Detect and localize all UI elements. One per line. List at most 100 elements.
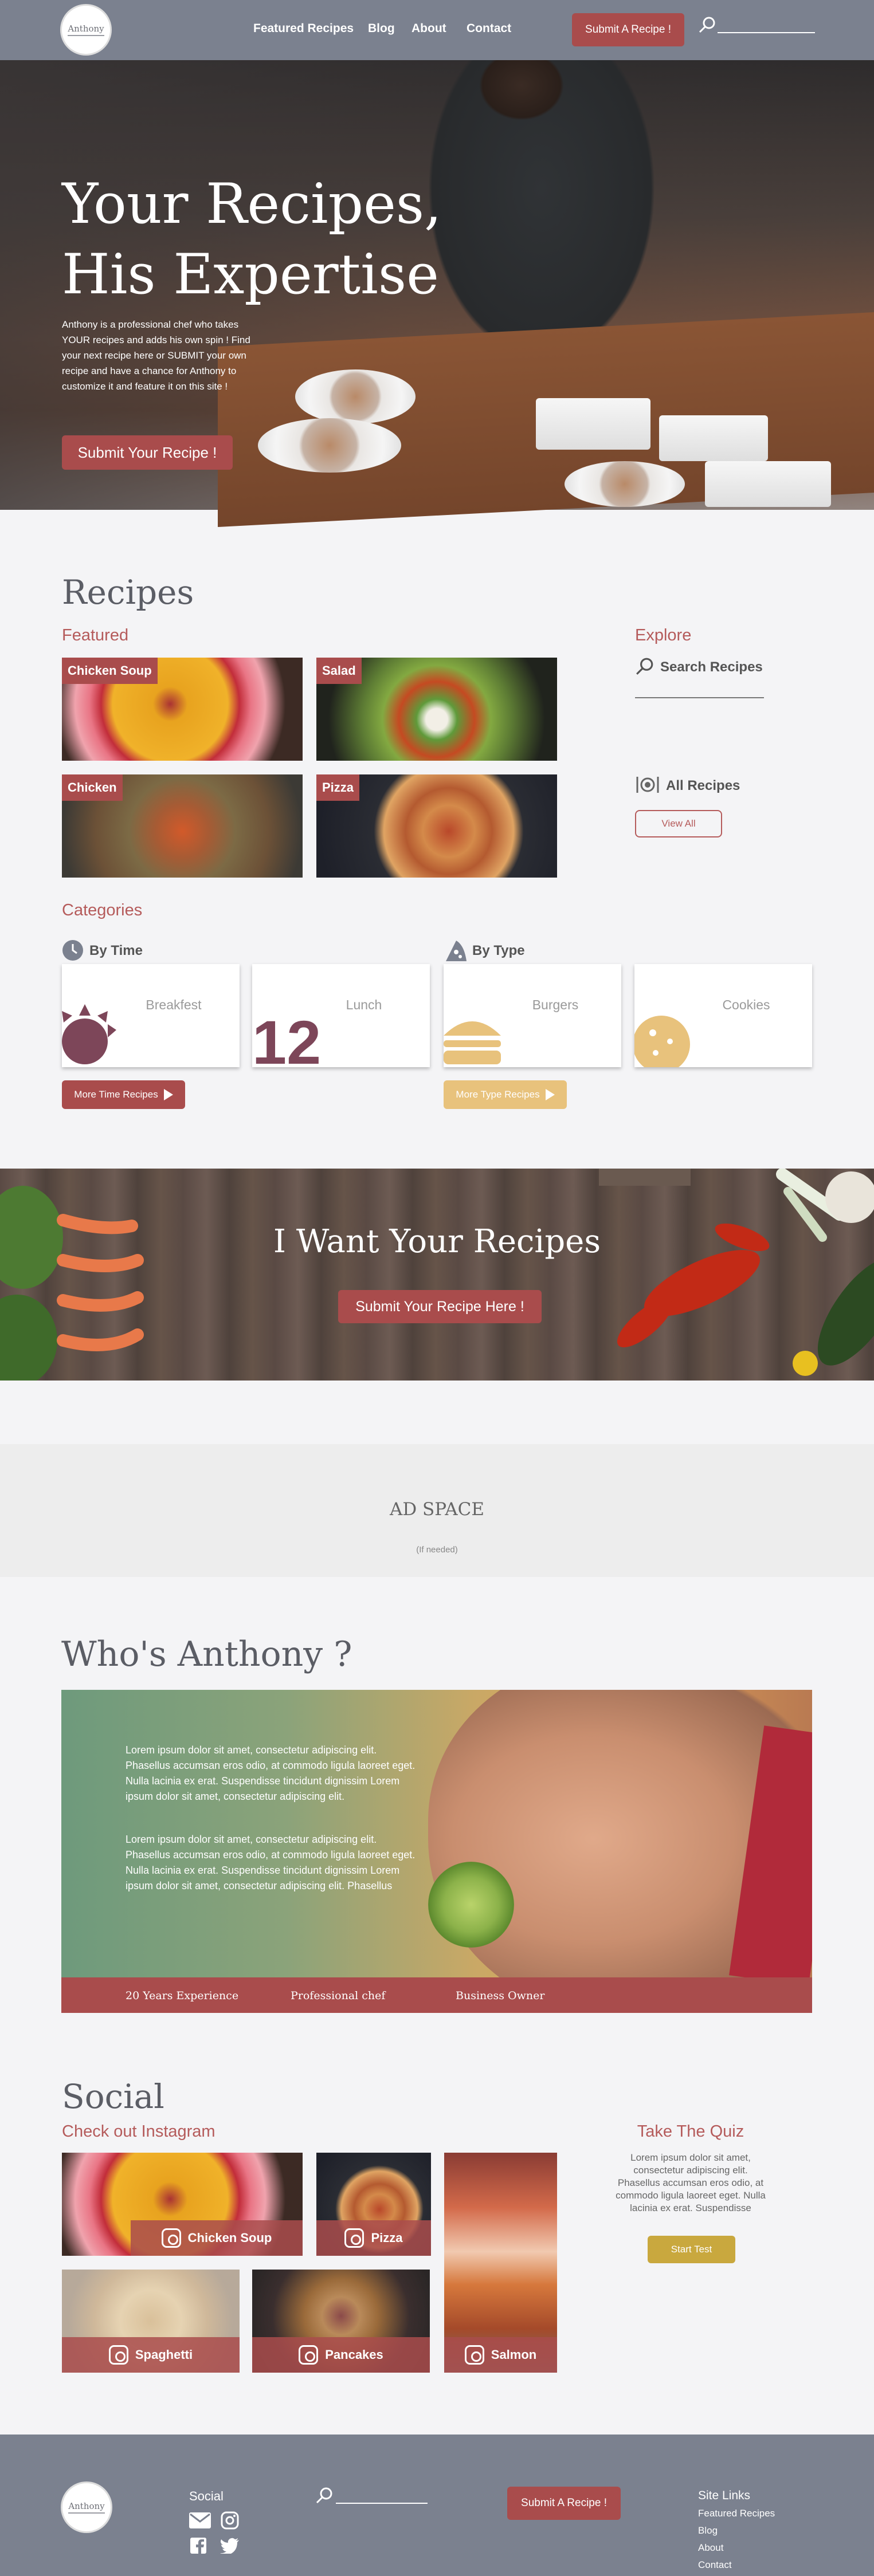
- footer-link-contact[interactable]: Contact: [698, 2559, 732, 2571]
- hero-plate: [536, 398, 650, 450]
- category-card-breakfest[interactable]: Breakfest: [62, 964, 240, 1067]
- view-all-button[interactable]: View All: [635, 810, 722, 837]
- quiz-text: Lorem ipsum dolor sit amet, consectetur …: [616, 2152, 766, 2213]
- nav-search-underline: [718, 32, 815, 33]
- footer-search[interactable]: [315, 2483, 436, 2506]
- nav-search[interactable]: [698, 13, 818, 36]
- start-test-button[interactable]: Start Test: [648, 2236, 735, 2263]
- who-facts-bar: 20 Years Experience Professional chef Bu…: [61, 1977, 812, 2013]
- featured-card-pizza[interactable]: Pizza: [316, 774, 557, 878]
- instagram-icon: [161, 2228, 181, 2248]
- hero-description: Anthony is a professional chef who takes…: [62, 319, 250, 392]
- instagram-post-spaghetti[interactable]: Spaghetti: [62, 2270, 240, 2373]
- search-underline: [635, 697, 764, 698]
- clock-icon: [62, 940, 83, 961]
- footer-search-underline: [336, 2503, 428, 2504]
- top-nav: Anthony Featured Recipes Blog About Cont…: [0, 0, 874, 60]
- card-label: Pizza: [316, 774, 360, 801]
- anthony-image: Lorem ipsum dolor sit amet, consectetur …: [61, 1690, 812, 1977]
- facebook-icon[interactable]: [190, 2538, 206, 2554]
- footer-link-featured-recipes[interactable]: Featured Recipes: [698, 2508, 775, 2519]
- fact-business-owner: Business Owner: [456, 1989, 545, 2002]
- logo-text: Anthony: [68, 23, 104, 36]
- instagram-icon[interactable]: [221, 2511, 239, 2530]
- banner-submit-button[interactable]: Submit Your Recipe Here !: [338, 1290, 542, 1323]
- footer-link-about[interactable]: About: [698, 2542, 723, 2554]
- more-type-recipes-button[interactable]: More Type Recipes: [444, 1080, 567, 1109]
- category-label: Breakfest: [146, 997, 202, 1012]
- shrimp-decoration: [0, 1186, 144, 1381]
- banner-title: I Want Your Recipes: [273, 1223, 601, 1260]
- hero-plate: [659, 415, 768, 461]
- hero-submit-button[interactable]: Submit Your Recipe !: [62, 435, 233, 470]
- instagram-post-bar: Chicken Soup: [131, 2220, 303, 2256]
- twitter-icon[interactable]: [220, 2538, 240, 2554]
- card-label: Salad: [316, 658, 362, 684]
- search-recipes-label: Search Recipes: [660, 659, 763, 675]
- instagram-heading: Check out Instagram: [62, 2122, 215, 2141]
- quiz-heading: Take The Quiz: [637, 2122, 744, 2141]
- category-card-cookies[interactable]: Cookies: [634, 964, 812, 1067]
- instagram-post-bar: Pizza: [316, 2220, 431, 2256]
- hero-title: Your Recipes, His Expertise: [62, 172, 442, 306]
- sun-icon: [62, 1004, 116, 1064]
- more-time-recipes-button[interactable]: More Time Recipes: [62, 1080, 185, 1109]
- category-label: Burgers: [532, 997, 579, 1012]
- category-label: Cookies: [722, 997, 770, 1012]
- category-label: Lunch: [346, 997, 382, 1012]
- card-label: Chicken: [62, 774, 123, 801]
- footer-submit-button[interactable]: Submit A Recipe !: [507, 2487, 621, 2520]
- nav-link-blog[interactable]: Blog: [368, 22, 395, 36]
- nav-submit-button[interactable]: Submit A Recipe !: [572, 13, 684, 46]
- hero-plate: [705, 461, 831, 507]
- ad-subtitle: (If needed): [416, 1545, 458, 1555]
- instagram-post-pancakes[interactable]: Pancakes: [252, 2270, 430, 2373]
- logo-text: Anthony: [68, 2501, 105, 2514]
- recipes-title: Recipes: [62, 573, 194, 612]
- all-recipes: All Recipes: [635, 773, 773, 796]
- nav-link-about[interactable]: About: [411, 22, 446, 36]
- who-paragraph-1: Lorem ipsum dolor sit amet, consectetur …: [126, 1744, 416, 1802]
- footer-social-heading: Social: [189, 2489, 224, 2503]
- ad-space: AD SPACE (If needed): [0, 1444, 874, 1577]
- instagram-post-chicken-soup[interactable]: Chicken Soup: [62, 2153, 303, 2256]
- footer-link-blog[interactable]: Blog: [698, 2525, 718, 2536]
- nav-link-featured-recipes[interactable]: Featured Recipes: [253, 22, 354, 36]
- who-paragraph-2: Lorem ipsum dolor sit amet, consectetur …: [126, 1834, 416, 1891]
- social-title: Social: [62, 2077, 164, 2116]
- nav-link-contact[interactable]: Contact: [467, 22, 511, 36]
- herb-sprig: [428, 1862, 514, 1948]
- featured-card-chicken-soup[interactable]: Chicken Soup: [62, 658, 303, 761]
- featured-card-chicken[interactable]: Chicken: [62, 774, 303, 878]
- search-icon: [636, 658, 653, 675]
- hero-plate: [258, 418, 401, 473]
- mail-icon[interactable]: [189, 2512, 211, 2528]
- featured-heading: Featured: [62, 626, 129, 644]
- all-recipes-label: All Recipes: [666, 778, 740, 793]
- category-card-lunch[interactable]: 12 Lunch: [252, 964, 430, 1067]
- ad-title: AD SPACE: [389, 1499, 485, 1520]
- instagram-post-pizza[interactable]: Pizza: [316, 2153, 431, 2256]
- explore-heading: Explore: [635, 626, 692, 644]
- category-card-burgers[interactable]: Burgers: [444, 964, 621, 1067]
- footer-logo[interactable]: Anthony: [61, 2481, 112, 2533]
- explore-search[interactable]: Search Recipes: [635, 656, 764, 699]
- play-arrow-icon: [545, 1089, 555, 1100]
- pizza-slice-icon: [446, 941, 467, 961]
- instagram-icon: [299, 2345, 319, 2365]
- featured-card-salad[interactable]: Salad: [316, 658, 557, 761]
- instagram-post-bar: Pancakes: [252, 2337, 430, 2373]
- search-icon: [699, 17, 715, 33]
- calendar-number-icon: 12: [252, 1008, 322, 1068]
- instagram-icon: [108, 2345, 128, 2365]
- fact-professional-chef: Professional chef: [291, 1989, 386, 2002]
- footer: Anthony Social Submit A Recipe ! Site Li…: [0, 2435, 874, 2576]
- instagram-post-salmon[interactable]: Salmon: [444, 2153, 557, 2373]
- cookie-icon: [634, 1016, 690, 1067]
- fact-experience: 20 Years Experience: [126, 1989, 239, 2002]
- who-title: Who's Anthony ?: [61, 1634, 352, 1674]
- site-logo[interactable]: Anthony: [60, 4, 112, 56]
- hero-section: Your Recipes, His Expertise Anthony is a …: [0, 60, 874, 528]
- crayfish-decoration: [599, 1169, 874, 1376]
- search-icon: [316, 2487, 332, 2504]
